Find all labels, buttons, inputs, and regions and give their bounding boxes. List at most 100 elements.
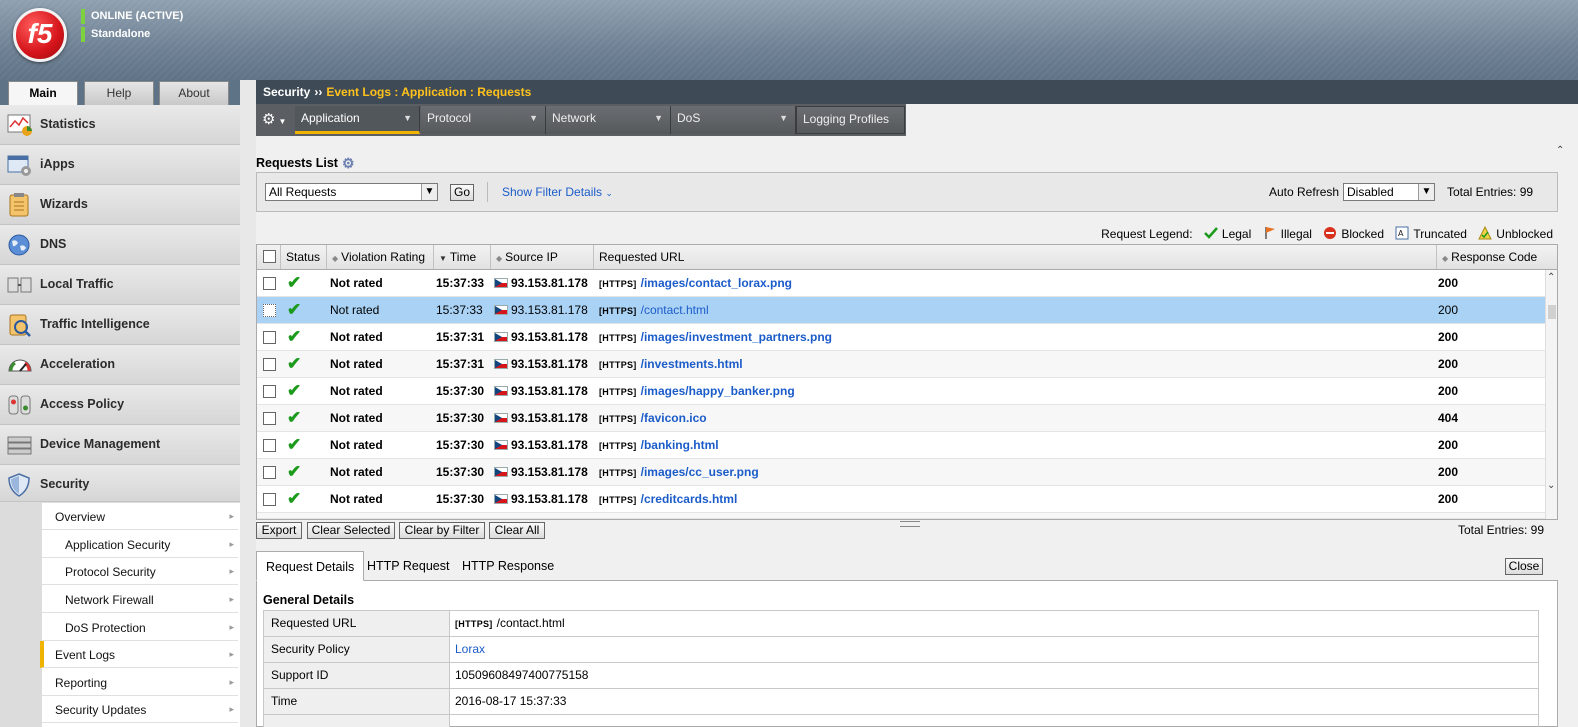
page-scrollbar[interactable]: ⌃	[1556, 145, 1568, 727]
export-button[interactable]: Export	[256, 522, 302, 539]
tab-network[interactable]: Network ▼	[546, 106, 671, 134]
blocked-icon	[1324, 227, 1337, 239]
show-filter-details-link[interactable]: Show Filter Details ⌄	[502, 185, 613, 199]
request-filter-select[interactable]: All Requests ▼	[265, 183, 438, 201]
url-link[interactable]: /favicon.ico	[641, 411, 707, 425]
sidebar-item-access-policy[interactable]: Access Policy	[0, 385, 240, 425]
tab-main[interactable]: Main	[8, 81, 78, 106]
close-button[interactable]: Close	[1505, 558, 1543, 575]
legal-check-icon: ✔	[287, 462, 302, 481]
row-checkbox[interactable]	[263, 466, 276, 479]
source-ip-cell: 93.153.81.178	[494, 297, 588, 323]
column-source-ip[interactable]: ◆ Source IP	[491, 245, 594, 269]
violation-rating: Not rated	[330, 357, 383, 371]
breadcrumb-root[interactable]: Security	[263, 85, 310, 99]
sidebar-item-statistics[interactable]: Statistics	[0, 105, 240, 145]
row-checkbox[interactable]	[263, 331, 276, 344]
row-checkbox[interactable]	[263, 304, 276, 317]
url-link[interactable]: /creditcards.html	[641, 492, 738, 506]
table-row[interactable]: ✔ Not rated 15:37:31 93.153.81.178 [HTTPS] /i…	[257, 351, 1545, 378]
select-all-checkbox[interactable]	[263, 250, 276, 263]
row-checkbox[interactable]	[263, 358, 276, 371]
row-checkbox[interactable]	[263, 385, 276, 398]
submenu-item-protocol-security[interactable]: Protocol Security ▸	[42, 558, 238, 585]
f5-logo[interactable]: f5	[13, 8, 67, 62]
column-response-code[interactable]: ◆ Response Code	[1437, 245, 1557, 269]
total-entries-footer: Total Entries: 99	[1457, 523, 1544, 537]
table-row[interactable]: ✔ Not rated 15:37:30 93.153.81.178 [HTTPS] /i…	[257, 378, 1545, 405]
settings-gear-icon[interactable]: ⚙	[342, 155, 355, 172]
column-requested-url[interactable]: Requested URL	[594, 245, 1437, 269]
resize-handle[interactable]	[900, 521, 920, 527]
breadcrumb-current: Event Logs : Application : Requests	[326, 85, 532, 99]
clear-selected-button[interactable]: Clear Selected	[307, 522, 395, 539]
submenu-item-reporting[interactable]: Reporting ▸	[42, 669, 238, 696]
auto-refresh-select[interactable]: Disabled ▼	[1343, 183, 1435, 201]
submenu-item-event-logs[interactable]: Event Logs ▸	[40, 641, 238, 668]
source-ip-cell: 93.153.81.178	[494, 459, 588, 485]
sidebar-item-traffic-intelligence[interactable]: Traffic Intelligence	[0, 305, 240, 345]
table-row[interactable]: ✔ Not rated 15:37:30 93.153.81.178 [HTTPS] /i…	[257, 459, 1545, 486]
tab-protocol[interactable]: Protocol ▼	[421, 106, 546, 134]
row-checkbox[interactable]	[263, 439, 276, 452]
sidebar-item-security[interactable]: Security	[0, 465, 240, 502]
url-link[interactable]: /images/happy_banker.png	[641, 384, 795, 398]
sidebar-item-dns[interactable]: DNS	[0, 225, 240, 265]
sidebar-item-acceleration[interactable]: Acceleration	[0, 345, 240, 385]
chevron-down-icon: ▼	[421, 184, 437, 200]
sidebar-item-device-management[interactable]: Device Management	[0, 425, 240, 465]
tab-about[interactable]: About	[159, 81, 229, 105]
column-time[interactable]: ▼ Time	[434, 245, 491, 269]
submenu-item-application-security[interactable]: Application Security ▸	[42, 531, 238, 558]
column-violation-rating[interactable]: ◆ Violation Rating	[327, 245, 434, 269]
url-link[interactable]: /contact.html	[641, 303, 709, 317]
sort-desc-icon: ▼	[439, 254, 447, 263]
request-legend: Request Legend: Legal Illegal Blocked AT…	[1101, 226, 1553, 241]
gear-menu-button[interactable]: ⚙ ▼	[258, 106, 294, 134]
clear-all-button[interactable]: Clear All	[489, 522, 545, 539]
sidebar-item-local-traffic[interactable]: Local Traffic	[0, 265, 240, 305]
submenu-item-dos-protection[interactable]: DoS Protection ▸	[42, 614, 238, 641]
row-checkbox[interactable]	[263, 493, 276, 506]
table-row[interactable]: ✔ Not rated 15:37:33 93.153.81.178 [HTTPS] /i…	[257, 270, 1545, 297]
clear-by-filter-button[interactable]: Clear by Filter	[399, 522, 485, 539]
table-row[interactable]: ✔ Not rated 15:37:30 93.153.81.178 [HTTPS] /c…	[257, 486, 1545, 513]
tab-dos[interactable]: DoS ▼	[671, 106, 796, 134]
source-ip-cell: 93.153.81.178	[494, 405, 588, 431]
submenu-item-security-updates[interactable]: Security Updates ▸	[42, 696, 238, 723]
url-link[interactable]: /images/contact_lorax.png	[641, 276, 792, 290]
submenu-item-network-firewall[interactable]: Network Firewall ▸	[42, 586, 238, 613]
tab-http-request[interactable]: HTTP Request	[358, 551, 458, 581]
tab-request-details[interactable]: Request Details	[256, 551, 365, 581]
sidebar-item-iapps[interactable]: iApps	[0, 145, 240, 185]
source-ip-cell: 93.153.81.178	[494, 351, 588, 377]
table-row[interactable]: ✔ Not rated 15:37:31 93.153.81.178 [HTTPS] /i…	[257, 324, 1545, 351]
tab-http-response[interactable]: HTTP Response	[453, 551, 563, 581]
scroll-thumb[interactable]	[1548, 305, 1556, 319]
row-checkbox[interactable]	[263, 277, 276, 290]
scroll-down-icon[interactable]: ⌄	[1547, 480, 1555, 491]
url-link[interactable]: /images/cc_user.png	[641, 465, 759, 479]
tab-application[interactable]: Application ▼	[295, 106, 420, 134]
row-checkbox[interactable]	[263, 412, 276, 425]
url-link[interactable]: /investments.html	[641, 357, 743, 371]
sidebar-item-wizards[interactable]: Wizards	[0, 185, 240, 225]
page-scroll-up-icon[interactable]: ⌃	[1556, 145, 1564, 156]
tab-logging-profiles[interactable]: Logging Profiles	[796, 106, 905, 134]
czech-flag-icon	[494, 305, 508, 315]
requests-list-title: Requests List ⚙	[256, 155, 355, 171]
tab-help[interactable]: Help	[84, 81, 154, 105]
go-button[interactable]: Go	[450, 184, 474, 201]
submenu-item-overview[interactable]: Overview ▸	[42, 503, 238, 530]
scroll-up-icon[interactable]: ⌃	[1547, 272, 1555, 283]
table-row[interactable]: ✔ Not rated 15:37:33 93.153.81.178 [HTTPS] /c…	[257, 297, 1545, 324]
czech-flag-icon	[494, 278, 508, 288]
table-row[interactable]: ✔ Not rated 15:37:30 93.153.81.178 [HTTPS] /f…	[257, 405, 1545, 432]
url-link[interactable]: /images/investment_partners.png	[641, 330, 832, 344]
column-status[interactable]: Status	[281, 245, 327, 269]
sidebar-item-label: Access Policy	[40, 397, 125, 411]
table-row[interactable]: ✔ Not rated 15:37:30 93.153.81.178 [HTTPS] /b…	[257, 432, 1545, 459]
url-link[interactable]: /banking.html	[641, 438, 719, 452]
security-policy-link[interactable]: Lorax	[455, 637, 485, 662]
violation-rating: Not rated	[330, 330, 383, 344]
